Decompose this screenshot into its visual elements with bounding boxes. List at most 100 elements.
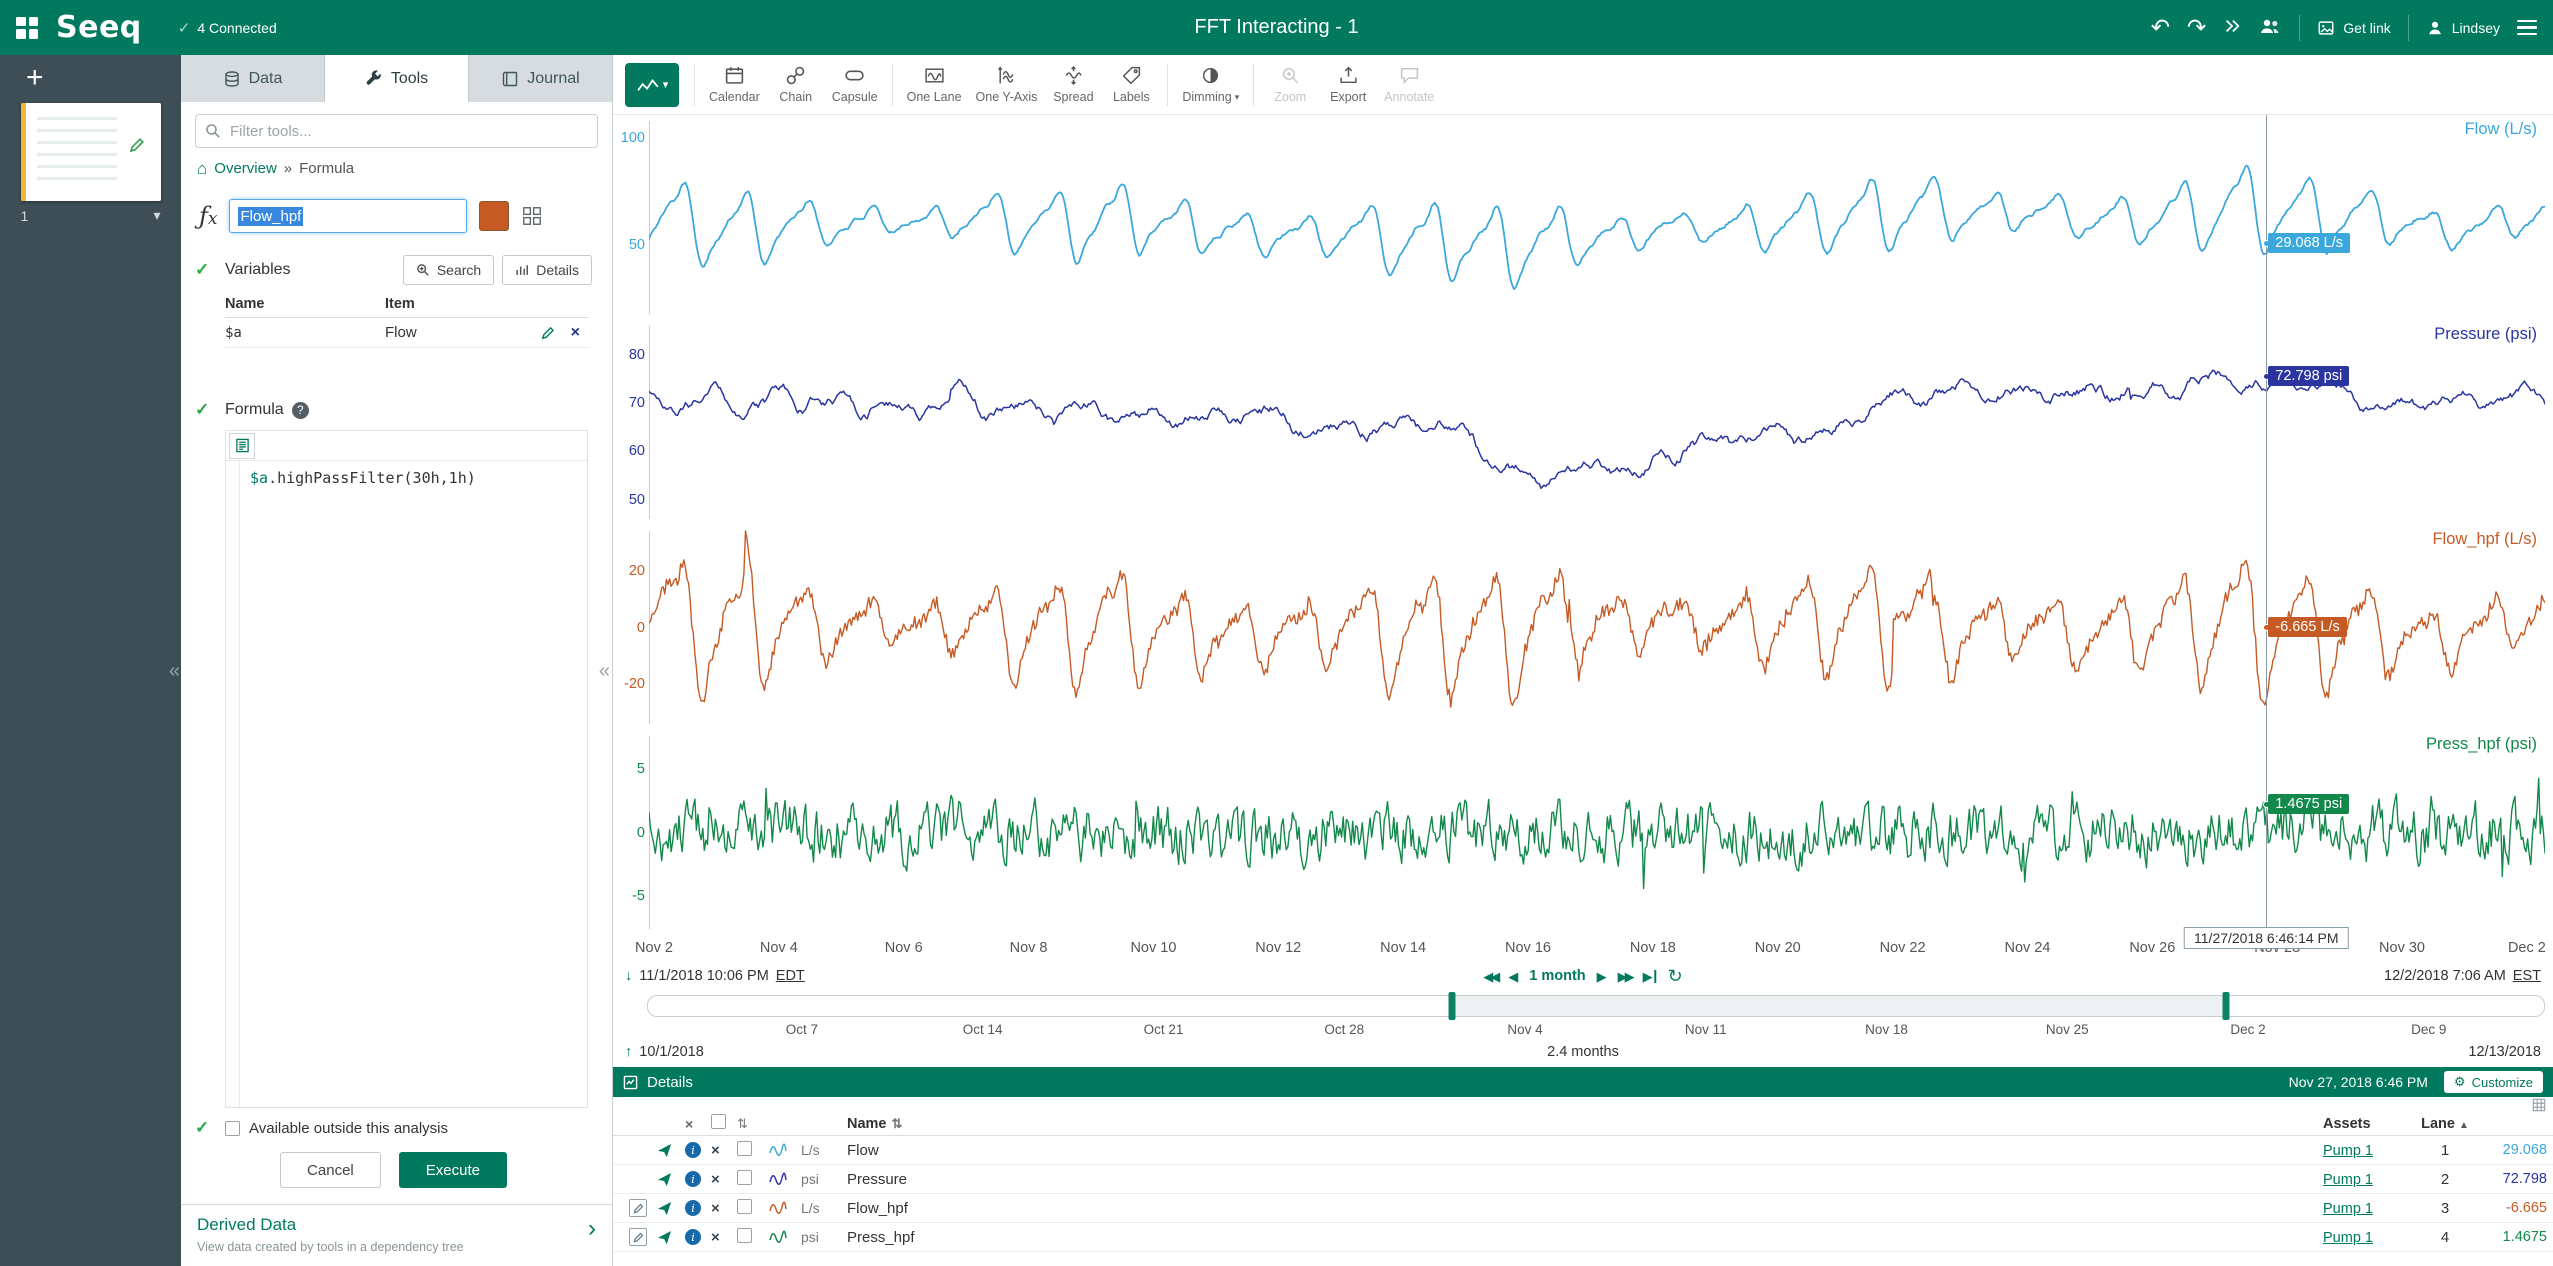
remove-variable-icon[interactable]: × xyxy=(571,325,580,341)
redo-icon[interactable]: ↷ xyxy=(2187,16,2206,39)
signal-name[interactable]: Press_hpf xyxy=(847,1229,2323,1246)
tab-data[interactable]: Data xyxy=(181,55,325,102)
hamburger-menu-icon[interactable] xyxy=(2517,16,2537,40)
edit-formula-icon[interactable] xyxy=(629,1228,647,1246)
home-icon[interactable]: ⌂ xyxy=(197,160,207,177)
display-range-end[interactable]: 12/2/2018 7:06 AM xyxy=(2384,968,2506,984)
code-area[interactable]: $a.highPassFilter(30h,1h) xyxy=(226,461,587,1107)
range-start-icon[interactable]: ↓ xyxy=(625,968,632,984)
user-menu[interactable]: Lindsey xyxy=(2426,19,2500,37)
collaborate-users-icon[interactable] xyxy=(2258,16,2282,40)
send-icon[interactable] xyxy=(657,1201,685,1216)
edit-formula-icon[interactable] xyxy=(629,1199,647,1217)
search-variables-button[interactable]: Search xyxy=(403,255,494,285)
send-icon[interactable] xyxy=(657,1230,685,1245)
info-icon[interactable]: i xyxy=(685,1171,701,1187)
signal-name[interactable]: Flow_hpf xyxy=(847,1200,2323,1217)
details-variables-button[interactable]: Details xyxy=(502,255,592,285)
step-to-now-icon[interactable]: ▶ xyxy=(1643,970,1657,983)
trend-lane[interactable]: 50-5 Press_hpf (psi) 1.4675 psi xyxy=(613,730,2553,935)
send-icon[interactable] xyxy=(657,1172,685,1187)
available-outside-checkbox[interactable]: Available outside this analysis xyxy=(225,1120,448,1137)
row-checkbox[interactable] xyxy=(737,1170,752,1185)
investigate-end[interactable]: 12/13/2018 xyxy=(2468,1044,2541,1060)
info-icon[interactable]: i xyxy=(685,1229,701,1245)
step-forward-icon[interactable]: ▶ xyxy=(1597,970,1607,983)
send-icon[interactable] xyxy=(657,1143,685,1158)
collapse-worksheets-icon[interactable]: « xyxy=(169,660,180,683)
sort-icon[interactable]: ⇅ xyxy=(892,1116,903,1132)
asset-link[interactable]: Pump 1 xyxy=(2323,1201,2373,1217)
remove-icon[interactable]: × xyxy=(711,1143,737,1158)
info-icon[interactable]: i xyxy=(685,1142,701,1158)
help-icon[interactable]: ? xyxy=(292,402,309,419)
dimming-button[interactable]: Dimming▾ xyxy=(1175,65,1246,104)
step-back-fast-icon[interactable]: ◀◀ xyxy=(1483,970,1497,983)
step-size-label[interactable]: 1 month xyxy=(1529,968,1585,984)
select-all-checkbox[interactable] xyxy=(711,1114,726,1129)
forward-icon[interactable] xyxy=(2223,16,2241,39)
info-icon[interactable]: i xyxy=(685,1200,701,1216)
apps-grid-icon[interactable] xyxy=(16,17,38,39)
trend-lane[interactable]: 10050 Flow (L/s) 29.068 L/s xyxy=(613,115,2553,320)
tab-journal[interactable]: Journal xyxy=(469,55,612,102)
checkbox[interactable] xyxy=(225,1121,240,1136)
derived-data-panel[interactable]: Derived Data › View data created by tool… xyxy=(181,1204,612,1266)
color-swatch-button[interactable] xyxy=(479,201,509,231)
one-lane-button[interactable]: One Lane xyxy=(900,65,969,104)
range-handle-left[interactable] xyxy=(1448,992,1455,1020)
item-grid-icon[interactable] xyxy=(521,205,543,227)
undo-icon[interactable]: ↶ xyxy=(2151,16,2170,39)
view-mode-trend-button[interactable]: ▾ xyxy=(625,63,679,107)
remove-icon[interactable]: × xyxy=(711,1201,737,1216)
signal-name[interactable]: Pressure xyxy=(847,1171,2323,1188)
display-range-start[interactable]: 11/1/2018 10:06 PM xyxy=(639,968,769,984)
cancel-button[interactable]: Cancel xyxy=(280,1152,381,1188)
column-assets[interactable]: Assets xyxy=(2323,1116,2415,1132)
asset-link[interactable]: Pump 1 xyxy=(2323,1172,2373,1188)
execute-button[interactable]: Execute xyxy=(399,1152,507,1188)
calendar-button[interactable]: Calendar xyxy=(702,65,767,104)
get-link-button[interactable]: Get link xyxy=(2317,19,2390,37)
signal-name[interactable]: Flow xyxy=(847,1142,2323,1159)
row-checkbox[interactable] xyxy=(737,1199,752,1214)
trend-lane[interactable]: 80706050 Pressure (psi) 72.798 psi xyxy=(613,320,2553,525)
chain-button[interactable]: Chain xyxy=(767,65,825,104)
formula-name-input[interactable]: Flow_hpf xyxy=(229,199,467,233)
asset-link[interactable]: Pump 1 xyxy=(2323,1230,2373,1246)
remove-icon[interactable]: × xyxy=(711,1230,737,1245)
formula-doc-icon[interactable] xyxy=(229,433,255,459)
one-y-axis-button[interactable]: One Y-Axis xyxy=(969,65,1045,104)
breadcrumb-overview-link[interactable]: Overview xyxy=(214,160,277,177)
edit-variable-icon[interactable] xyxy=(541,326,555,340)
asset-link[interactable]: Pump 1 xyxy=(2323,1143,2373,1159)
step-forward-fast-icon[interactable]: ▶▶ xyxy=(1618,970,1632,983)
worksheet-thumbnail[interactable] xyxy=(21,103,161,201)
row-checkbox[interactable] xyxy=(737,1141,752,1156)
add-worksheet-button[interactable]: + xyxy=(0,55,70,95)
filter-tools-input[interactable] xyxy=(195,114,598,148)
remove-icon[interactable]: × xyxy=(711,1172,737,1187)
spread-button[interactable]: Spread xyxy=(1044,65,1102,104)
step-back-icon[interactable]: ◀ xyxy=(1508,970,1518,983)
sort-icon[interactable]: ⇅ xyxy=(737,1116,769,1132)
refresh-icon[interactable]: ↻ xyxy=(1668,967,1683,985)
customize-button[interactable]: ⚙ Customize xyxy=(2444,1071,2543,1093)
investigate-start[interactable]: 10/1/2018 xyxy=(639,1044,704,1060)
range-handle-right[interactable] xyxy=(2223,992,2230,1020)
column-lane[interactable]: Lane ▲ xyxy=(2415,1116,2475,1132)
tab-tools[interactable]: Tools xyxy=(325,55,469,102)
timezone-link[interactable]: EDT xyxy=(776,968,805,984)
chevron-down-icon[interactable]: ▾ xyxy=(153,207,160,224)
export-button[interactable]: Export xyxy=(1319,65,1377,104)
trend-lane[interactable]: 200-20 Flow_hpf (L/s) -6.665 L/s xyxy=(613,525,2553,730)
investigate-start-icon[interactable]: ↑ xyxy=(625,1044,632,1060)
investigate-duration[interactable]: 2.4 months xyxy=(1547,1044,1619,1060)
connection-status[interactable]: ✓ 4 Connected xyxy=(178,19,277,37)
labels-button[interactable]: Labels xyxy=(1102,65,1160,104)
capsule-button[interactable]: Capsule xyxy=(825,65,885,104)
remove-all-icon[interactable]: × xyxy=(685,1116,711,1132)
overview-timeline[interactable] xyxy=(647,995,2545,1017)
row-checkbox[interactable] xyxy=(737,1228,752,1243)
collapse-panel-icon[interactable]: « xyxy=(599,660,610,683)
